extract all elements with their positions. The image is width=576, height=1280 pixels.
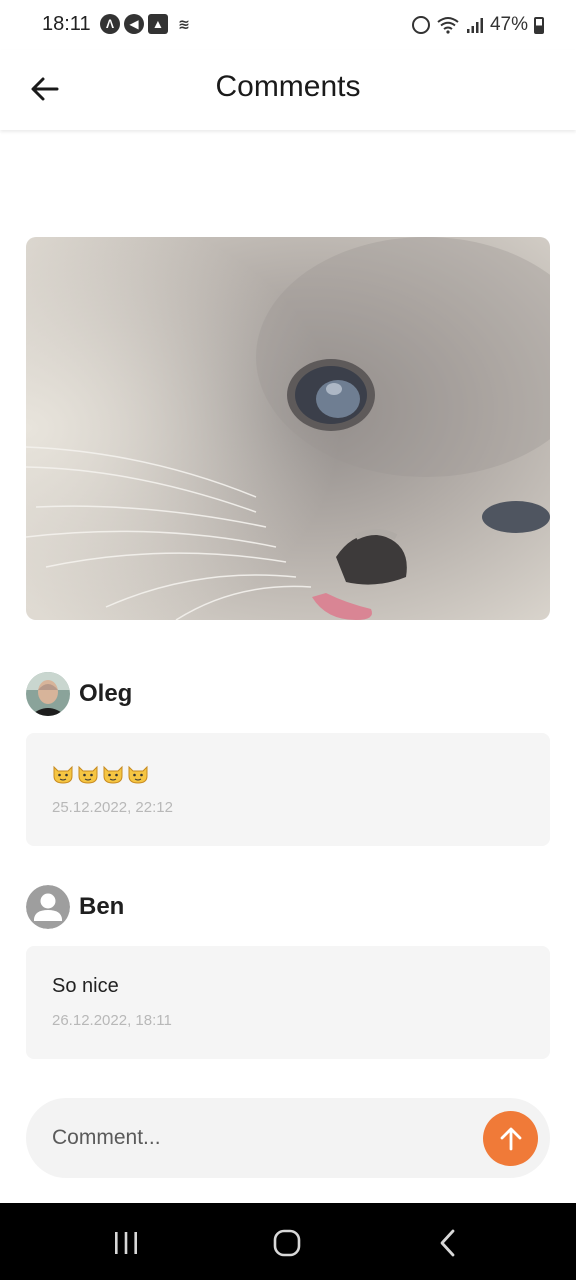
- comment-composer: [26, 1098, 550, 1178]
- app-notification-icon: Λ: [100, 14, 120, 34]
- arrow-up-icon: [500, 1127, 521, 1150]
- image-icon: ▲: [148, 14, 168, 34]
- recent-apps-icon: [115, 1232, 137, 1254]
- mail-icon: ≋: [178, 15, 190, 32]
- app-bar: Comments: [0, 50, 576, 130]
- cat-photo-image: [26, 237, 550, 620]
- back-nav-button[interactable]: [423, 1223, 473, 1263]
- home-icon: [273, 1229, 301, 1257]
- alarm-icon: [411, 16, 430, 34]
- author-name: Ben: [79, 893, 125, 920]
- avatar[interactable]: [26, 672, 70, 716]
- battery-icon: [534, 16, 544, 34]
- status-bar: 18:11 Λ ◀ ▲ ≋ 47%: [0, 0, 576, 50]
- send-button[interactable]: [483, 1111, 538, 1166]
- status-time: 18:11: [42, 13, 91, 35]
- signal-icon: [466, 18, 483, 33]
- cat-face-emoji-icon: [128, 765, 148, 784]
- cat-face-emoji-icon: [78, 765, 98, 784]
- cat-face-emoji-icon: [103, 765, 123, 784]
- avatar[interactable]: [26, 885, 70, 929]
- comment-date: 25.12.2022, 22:12: [52, 799, 173, 816]
- comment-author-ben[interactable]: Ben: [26, 885, 124, 929]
- comment-card: So nice 26.12.2022, 18:11: [26, 946, 550, 1059]
- comment-card: 25.12.2022, 22:12: [26, 733, 550, 846]
- recent-apps-button[interactable]: [101, 1223, 151, 1263]
- person-icon: [26, 885, 70, 929]
- wifi-icon: [437, 17, 459, 34]
- post-photo[interactable]: [26, 237, 550, 620]
- megaphone-icon: ◀: [124, 14, 144, 34]
- system-nav-bar: [0, 1203, 576, 1280]
- user-photo-icon: [26, 672, 70, 716]
- comment-date: 26.12.2022, 18:11: [52, 1012, 172, 1029]
- system-icons: 47%: [411, 14, 544, 36]
- chevron-left-icon: [440, 1229, 455, 1257]
- author-name: Oleg: [79, 680, 133, 707]
- home-button[interactable]: [262, 1223, 312, 1263]
- comment-text: So nice: [52, 975, 119, 997]
- notification-icons: Λ ◀ ▲ ≋: [100, 14, 196, 34]
- comment-text: [52, 758, 524, 788]
- cat-face-emoji-icon: [53, 765, 73, 784]
- page-title: Comments: [215, 70, 361, 103]
- comment-author-oleg[interactable]: Oleg: [26, 672, 132, 716]
- battery-percent: 47%: [489, 14, 528, 35]
- comment-input[interactable]: [52, 1118, 472, 1158]
